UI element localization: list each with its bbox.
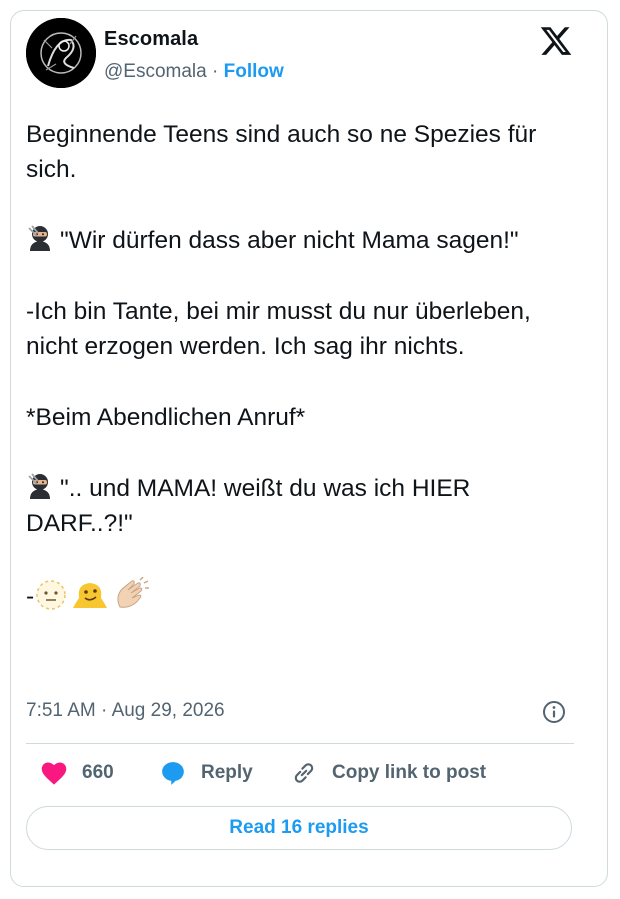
follow-button[interactable]: Follow [224,61,284,82]
clapping-hands-emoji [117,577,150,608]
ninja-emoji [28,473,50,499]
emoji-group [34,577,150,613]
post-line-text: "Wir dürfen dass aber nicht Mama sagen!" [60,227,519,254]
info-icon[interactable] [542,700,566,724]
link-icon [294,763,314,783]
ninja-emoji [28,225,50,251]
post-line: -Ich bin Tante, bei mir musst du nur übe… [26,298,531,360]
post-date: Aug 29, 2026 [111,700,225,721]
action-bar: 660 Reply Copy link to post [26,760,576,790]
x-logo-icon[interactable] [539,24,573,58]
avatar[interactable] [26,18,96,88]
read-replies-button[interactable]: Read 16 replies [26,806,572,850]
timestamp[interactable]: 7:51 AM · Aug 29, 2026 [26,700,225,722]
separator: · [212,61,219,82]
read-replies-label: Read 16 replies [229,817,369,838]
post-line: - [26,577,576,614]
post-line: ".. und MAMA! weißt du was ich HIER DARF… [26,471,576,541]
post-text: Beginnende Teens sind auch so ne Spezies… [26,117,576,614]
copy-link-label: Copy link to post [332,762,487,783]
post-line: *Beim Abendlichen Anruf* [26,404,306,431]
post-line-text: - [26,583,35,610]
author-display-name[interactable]: Escomala [104,28,198,51]
like-button[interactable]: 660 [40,760,114,786]
melting-face-emoji [73,583,108,608]
dotted-line-face-emoji [36,580,66,610]
post-line-text: ".. und MAMA! weißt du was ich HIER DARF… [26,475,471,537]
post-time: 7:51 AM [26,700,96,721]
author-handle-row: @Escomala · Follow [104,61,284,83]
heart-icon [41,762,67,785]
post-line: Beginnende Teens sind auch so ne Spezies… [26,121,537,183]
post-line: "Wir dürfen dass aber nicht Mama sagen!" [26,223,576,258]
separator: · [101,700,108,721]
avatar-illustration-icon [26,18,96,88]
divider [26,743,574,744]
reply-button[interactable]: Reply [159,760,253,786]
reply-bubble-icon [162,762,184,785]
reply-label: Reply [201,762,253,783]
author-handle[interactable]: @Escomala [104,61,207,82]
like-count: 660 [82,762,114,783]
copy-link-button[interactable]: Copy link to post [290,760,486,786]
